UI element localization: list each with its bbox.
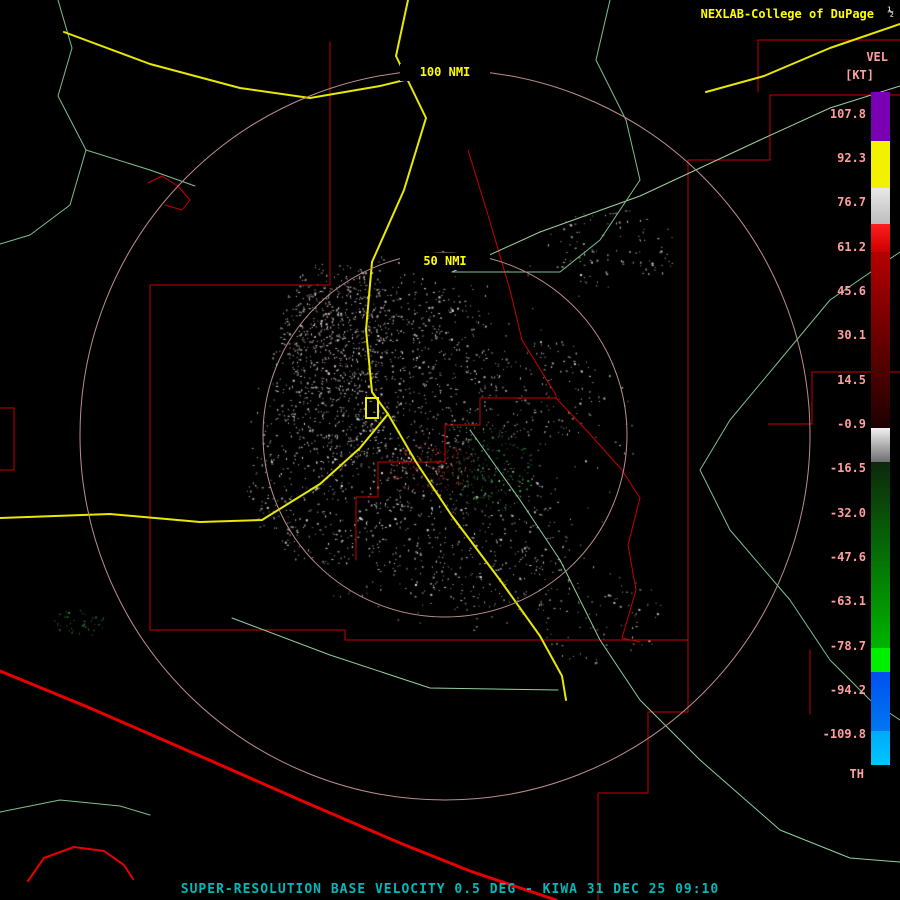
radar-display: NEXLAB-College of DuPage ½ VEL [KT] 107.… (0, 0, 900, 900)
interstate-10-west (0, 413, 389, 523)
radar-site-marker (365, 397, 379, 419)
highway-top-left (63, 31, 447, 99)
river-verde (451, 0, 641, 273)
county-line-right-mid (767, 371, 900, 425)
county-line-northeast (687, 94, 900, 161)
map-overlay (0, 0, 900, 900)
county-line-left-edge (0, 407, 15, 471)
river-top-left-branch (85, 149, 196, 187)
river-east-meander (699, 251, 900, 721)
county-line-west (149, 41, 689, 641)
county-line-central-stair (355, 149, 557, 561)
highway-northeast-diagonal (451, 85, 900, 273)
highway-southeast (469, 429, 900, 863)
road-bottom-left (0, 799, 151, 816)
county-line-east-south (597, 159, 689, 900)
interstate-17 (365, 0, 427, 415)
river-top-left (0, 0, 87, 245)
international-border (0, 669, 558, 900)
border-road-curl (27, 846, 134, 882)
county-curl-northwest (147, 175, 191, 211)
highway-top-right (705, 23, 900, 93)
interstate-10-east (387, 413, 567, 701)
highway-bottom-crossing (231, 617, 559, 691)
